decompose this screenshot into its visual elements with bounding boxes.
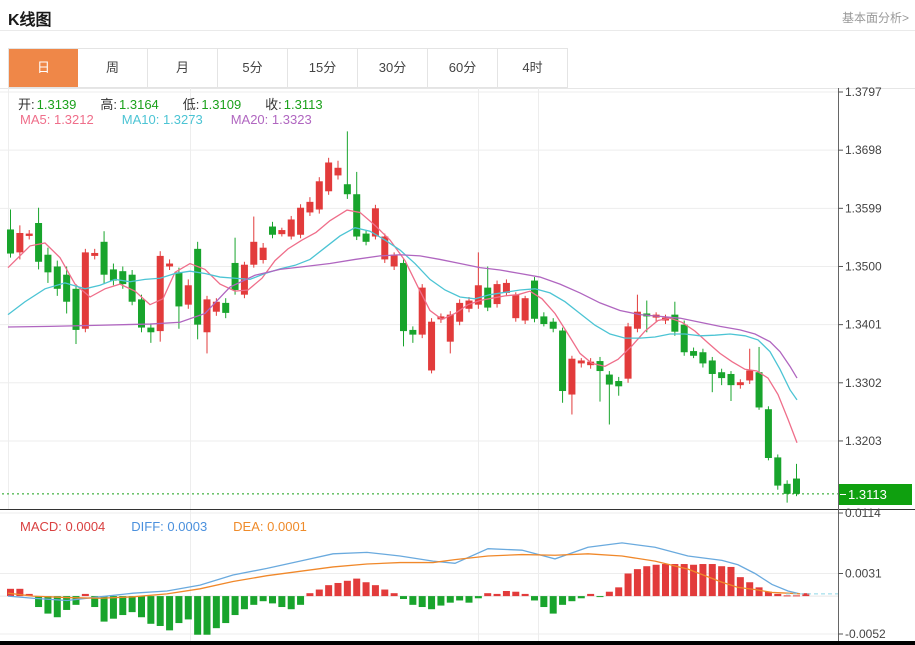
dea-value: 0.0001 [267, 519, 307, 534]
ohlc-legend: 开:1.3139 高:1.3164 低:1.3109 收:1.3113 [18, 94, 347, 113]
header-divider [0, 30, 915, 31]
ma-legend: MA5: 1.3212 MA10: 1.3273 MA20: 1.3323 [20, 112, 340, 127]
main-axis-label: 1.3500 [845, 259, 882, 273]
low-label: 低: [183, 97, 200, 112]
interval-tabbar: 日 周 月 5分 15分 30分 60分 4时 [8, 48, 568, 88]
open-value: 1.3139 [37, 97, 77, 112]
tab-month[interactable]: 月 [148, 49, 218, 87]
tab-15min[interactable]: 15分 [288, 49, 358, 87]
tab-4hour[interactable]: 4时 [498, 49, 567, 87]
ma20-value: 1.3323 [272, 112, 312, 127]
tab-day[interactable]: 日 [9, 49, 78, 87]
tab-week[interactable]: 周 [78, 49, 148, 87]
macd-value: 0.0004 [66, 519, 106, 534]
page-title: K线图 [8, 6, 52, 30]
ma5-label: MA5: [20, 112, 50, 127]
ma20-label: MA20: [231, 112, 269, 127]
high-label: 高: [100, 97, 117, 112]
fundamental-analysis-link[interactable]: 基本面分析> [842, 9, 909, 26]
macd-axis-label: 0.0114 [845, 506, 881, 520]
ma5-value: 1.3212 [54, 112, 94, 127]
tab-30min[interactable]: 30分 [358, 49, 428, 87]
ma10-label: MA10: [122, 112, 160, 127]
macd-legend: MACD: 0.0004 DIFF: 0.0003 DEA: 0.0001 [20, 519, 333, 534]
tab-60min[interactable]: 60分 [428, 49, 498, 87]
main-axis-label: 1.3698 [845, 143, 882, 157]
diff-value: 0.0003 [167, 519, 207, 534]
dea-label: DEA: [233, 519, 263, 534]
diff-label: DIFF: [131, 519, 164, 534]
main-axis-label: 1.3302 [845, 376, 882, 390]
bottom-border-bar [0, 641, 915, 645]
close-value: 1.3113 [284, 97, 323, 112]
close-label: 收: [265, 97, 282, 112]
current-price-value: 1.3113 [848, 487, 887, 502]
ma10-value: 1.3273 [163, 112, 203, 127]
current-price-badge: 1.3113 [839, 484, 912, 505]
main-axis-label: 1.3797 [845, 85, 882, 99]
low-value: 1.3109 [201, 97, 241, 112]
high-value: 1.3164 [119, 97, 159, 112]
main-axis-label: 1.3203 [845, 434, 882, 448]
macd-histogram [7, 564, 809, 635]
macd-axis-label: 0.0031 [845, 567, 882, 581]
tab-5min[interactable]: 5分 [218, 49, 288, 87]
candlestick-series [7, 131, 800, 502]
kline-page: 1.3797 1.3698 1.3599 1.3500 1.3401 1.3302 1.32… [0, 0, 915, 645]
open-label: 开: [18, 97, 35, 112]
macd-axis-label: -0.0052 [845, 627, 886, 641]
macd-label: MACD: [20, 519, 62, 534]
main-axis-label: 1.3401 [845, 318, 882, 332]
badge-tick-icon [840, 494, 846, 495]
main-axis-label: 1.3599 [845, 201, 882, 215]
